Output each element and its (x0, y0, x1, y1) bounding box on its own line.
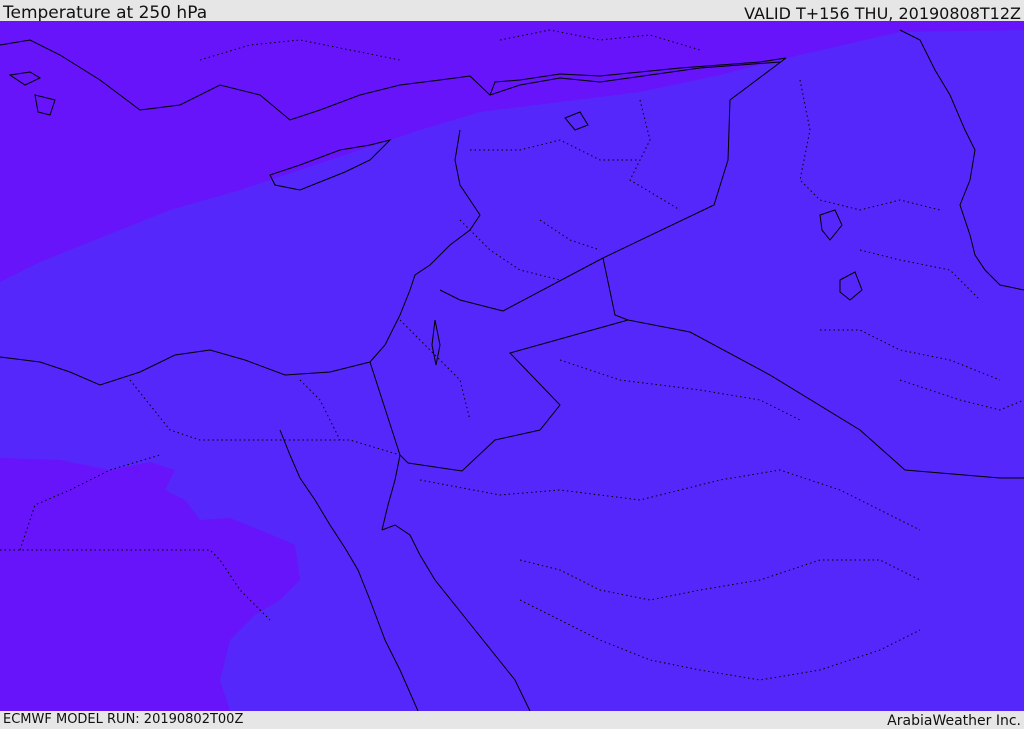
footer-bar: ECMWF MODEL RUN: 20190802T00Z ArabiaWeat… (0, 711, 1024, 729)
model-run-label: ECMWF MODEL RUN: 20190802T00Z (3, 712, 244, 727)
temperature-map[interactable] (0, 21, 1024, 711)
credit-label: ArabiaWeather Inc. (887, 713, 1021, 729)
header-bar: Temperature at 250 hPa VALID T+156 THU, … (0, 0, 1024, 23)
map-title: Temperature at 250 hPa (3, 3, 208, 23)
